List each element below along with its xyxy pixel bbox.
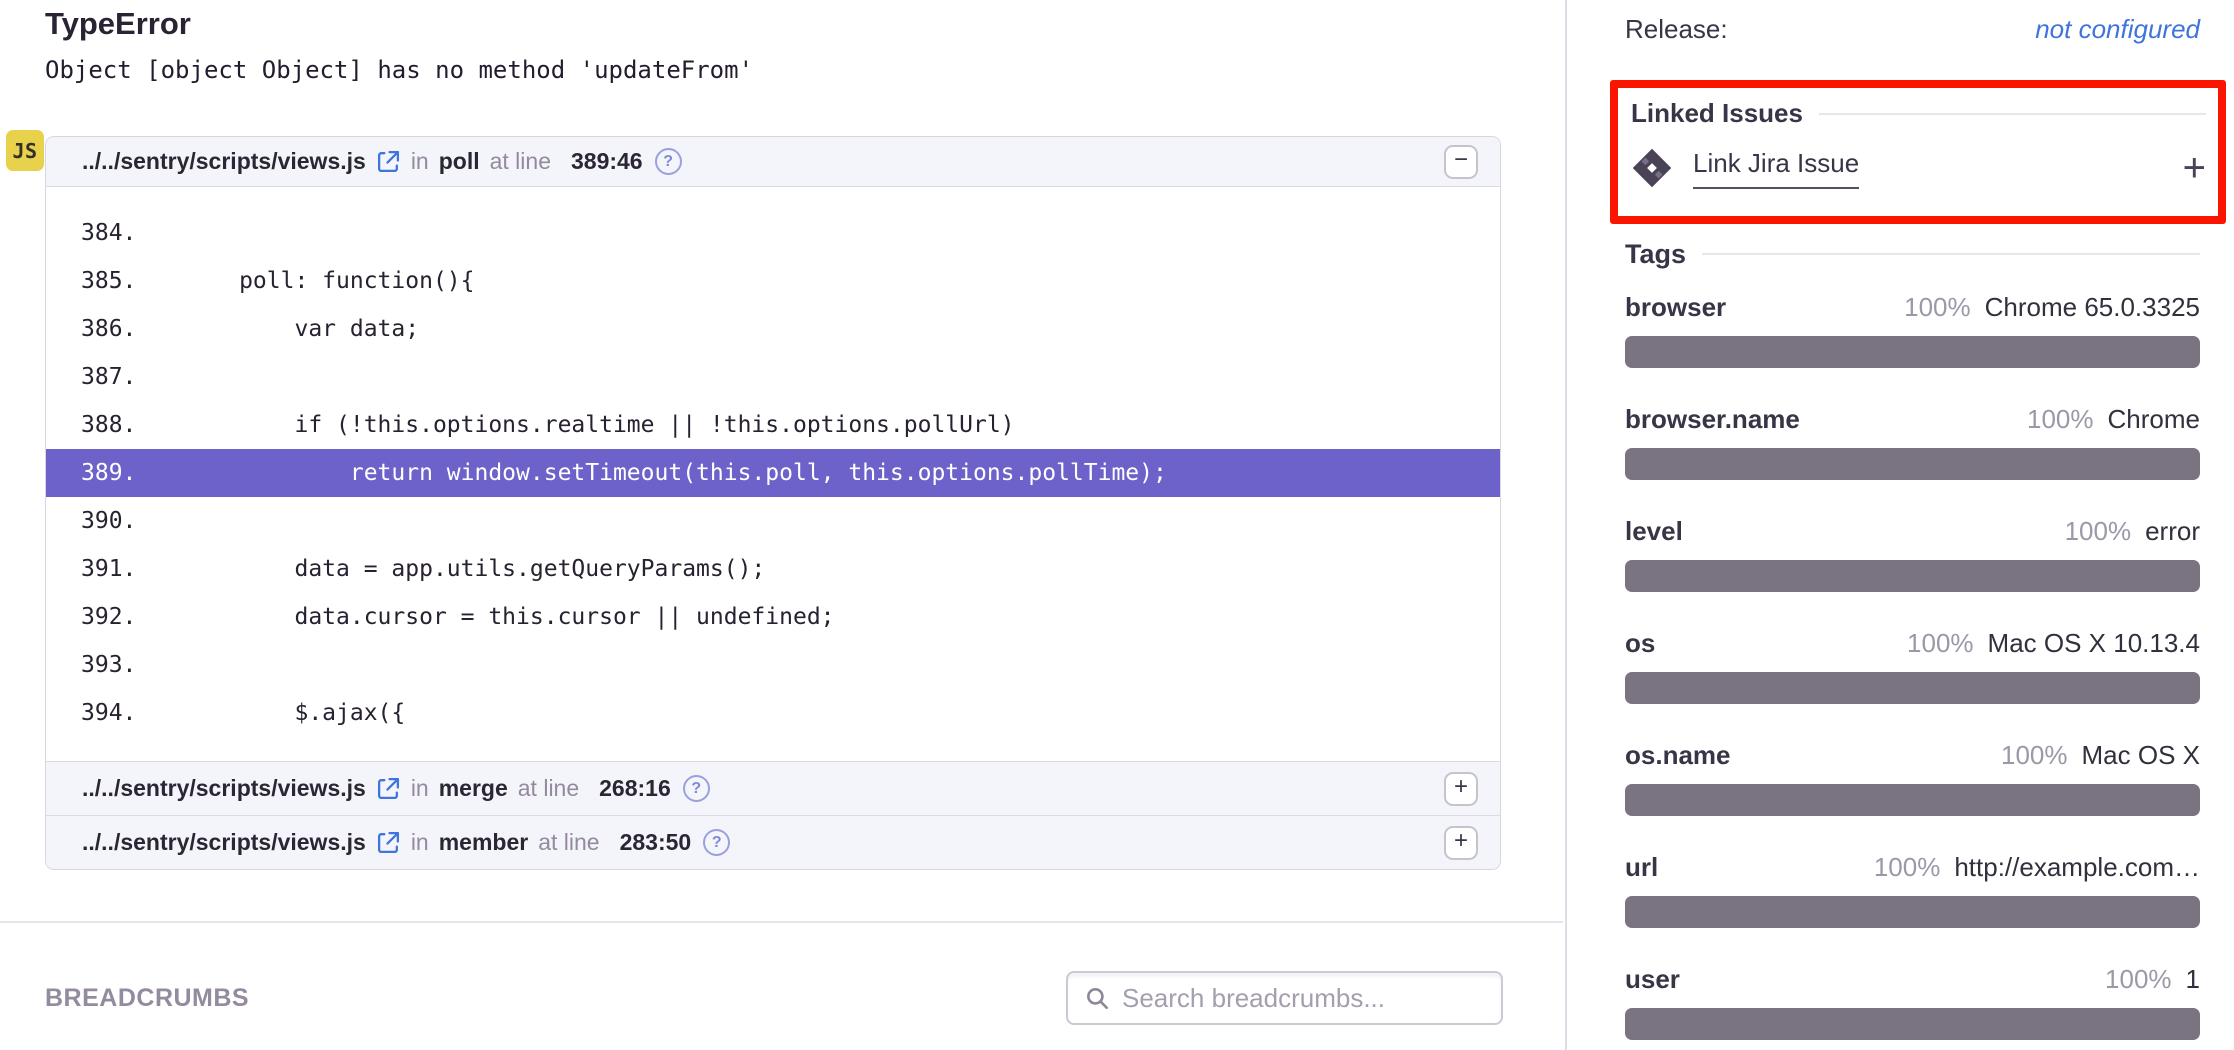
- tag-group-url: url 100% http://example.com…: [1625, 852, 2200, 928]
- tag-name-link[interactable]: level: [1625, 516, 1683, 547]
- stack-frame-row-merge[interactable]: ../../sentry/scripts/views.js in merge a…: [46, 761, 1500, 815]
- tag-list: browser 100% Chrome 65.0.3325 browser.na…: [1625, 292, 2200, 1040]
- tag-name-link[interactable]: browser.name: [1625, 404, 1800, 435]
- collapse-frame-button[interactable]: −: [1444, 145, 1478, 179]
- tag-distribution-bar[interactable]: [1625, 448, 2200, 480]
- tag-group-user: user 100% 1: [1625, 964, 2200, 1040]
- tags-title: Tags: [1625, 239, 1686, 270]
- tag-percent: 100%: [2105, 964, 2172, 995]
- tag-distribution-bar[interactable]: [1625, 896, 2200, 928]
- code-line: 385. poll: function(){: [46, 257, 1500, 305]
- code-line: 393.: [46, 641, 1500, 689]
- tag-name-link[interactable]: os: [1625, 628, 1655, 659]
- frame-help-icon[interactable]: ?: [683, 775, 710, 802]
- add-linked-issue-button[interactable]: +: [2183, 153, 2206, 183]
- error-message: Object [object Object] has no method 'up…: [45, 56, 753, 84]
- tags-header: Tags: [1625, 238, 2200, 270]
- release-row: Release: not configured: [1625, 14, 2200, 48]
- code-line: 394. $.ajax({: [46, 689, 1500, 737]
- tag-percent: 100%: [1874, 852, 1941, 883]
- tag-value: Chrome: [2108, 404, 2200, 435]
- exception-section: TypeError Object [object Object] has no …: [0, 0, 1563, 1050]
- breadcrumbs-section-title: BREADCRUMBS: [45, 984, 249, 1013]
- external-link-icon[interactable]: [376, 830, 401, 855]
- stacktrace-card: ../../sentry/scripts/views.js in poll at…: [45, 136, 1501, 870]
- frame-help-icon[interactable]: ?: [655, 148, 682, 175]
- search-icon: [1084, 985, 1110, 1011]
- tag-percent: 100%: [2001, 740, 2068, 771]
- source-context: 384. 385. poll: function(){ 386. var dat…: [46, 187, 1500, 761]
- tag-group-os-name: os.name 100% Mac OS X: [1625, 740, 2200, 816]
- code-line: 392. data.cursor = this.cursor || undefi…: [46, 593, 1500, 641]
- expand-frame-button[interactable]: +: [1444, 826, 1478, 860]
- frame-atline-label: at line: [538, 829, 599, 856]
- tag-distribution-bar[interactable]: [1625, 560, 2200, 592]
- tag-percent: 100%: [1907, 628, 1974, 659]
- external-link-icon[interactable]: [376, 776, 401, 801]
- external-link-icon[interactable]: [376, 149, 401, 174]
- frame-atline-label: at line: [518, 775, 579, 802]
- code-line: 390.: [46, 497, 1500, 545]
- tag-group-browser: browser 100% Chrome 65.0.3325: [1625, 292, 2200, 368]
- frame-lineno: 389:46: [571, 148, 643, 175]
- frame-file-path[interactable]: ../../sentry/scripts/views.js: [82, 775, 366, 802]
- tag-value: Mac OS X: [2082, 740, 2200, 771]
- frame-function: merge: [439, 775, 508, 802]
- tag-value: 1: [2186, 964, 2200, 995]
- issue-detail-page: TypeError Object [object Object] has no …: [0, 0, 2234, 1050]
- frame-in-label: in: [411, 829, 429, 856]
- tag-value: Mac OS X 10.13.4: [1988, 628, 2200, 659]
- tag-percent: 100%: [2065, 516, 2132, 547]
- divider: [1702, 253, 2200, 255]
- stack-frame-header-poll[interactable]: ../../sentry/scripts/views.js in poll at…: [46, 137, 1500, 187]
- tag-group-browser-name: browser.name 100% Chrome: [1625, 404, 2200, 480]
- frame-file-path[interactable]: ../../sentry/scripts/views.js: [82, 829, 366, 856]
- frame-function: member: [439, 829, 528, 856]
- code-line: 386. var data;: [46, 305, 1500, 353]
- tag-group-os: os 100% Mac OS X 10.13.4: [1625, 628, 2200, 704]
- code-line-crash-highlight: 389. return window.setTimeout(this.poll,…: [46, 449, 1500, 497]
- frame-atline-label: at line: [490, 148, 551, 175]
- section-divider: [0, 921, 1563, 923]
- frame-lineno: 268:16: [599, 775, 671, 802]
- frame-help-icon[interactable]: ?: [703, 829, 730, 856]
- code-line: 388. if (!this.options.realtime || !this…: [46, 401, 1500, 449]
- frame-function: poll: [439, 148, 480, 175]
- tag-distribution-bar[interactable]: [1625, 336, 2200, 368]
- tag-value: error: [2145, 516, 2200, 547]
- search-breadcrumbs-input[interactable]: [1122, 983, 1485, 1014]
- tag-percent: 100%: [2027, 404, 2094, 435]
- tag-group-level: level 100% error: [1625, 516, 2200, 592]
- tag-distribution-bar[interactable]: [1625, 1008, 2200, 1040]
- frame-in-label: in: [411, 775, 429, 802]
- platform-js-badge: JS: [6, 130, 44, 171]
- jira-icon: [1631, 147, 1673, 189]
- code-line: 384.: [46, 209, 1500, 257]
- tag-percent: 100%: [1904, 292, 1971, 323]
- sidebar: Release: not configured Linked Issues Li…: [1565, 0, 2234, 1050]
- frame-file-path[interactable]: ../../sentry/scripts/views.js: [82, 148, 366, 175]
- link-jira-issue-link[interactable]: Link Jira Issue: [1693, 148, 1859, 189]
- tag-name-link[interactable]: url: [1625, 852, 1658, 883]
- tag-name-link[interactable]: os.name: [1625, 740, 1731, 771]
- release-label: Release:: [1625, 14, 1728, 45]
- red-annotation-box-linked-issues: Linked Issues Link Jira Issue +: [1610, 80, 2226, 224]
- stack-frame-row-member[interactable]: ../../sentry/scripts/views.js in member …: [46, 815, 1500, 869]
- tag-name-link[interactable]: user: [1625, 964, 1680, 995]
- frame-in-label: in: [411, 148, 429, 175]
- tag-name-link[interactable]: browser: [1625, 292, 1726, 323]
- code-line: 391. data = app.utils.getQueryParams();: [46, 545, 1500, 593]
- divider: [1819, 113, 2206, 115]
- tag-value: Chrome 65.0.3325: [1985, 292, 2200, 323]
- expand-frame-button[interactable]: +: [1444, 772, 1478, 806]
- breadcrumbs-search[interactable]: [1066, 971, 1503, 1025]
- linked-issues-title: Linked Issues: [1631, 98, 1803, 129]
- tag-distribution-bar[interactable]: [1625, 784, 2200, 816]
- frame-lineno: 283:50: [620, 829, 692, 856]
- release-not-configured-link[interactable]: not configured: [2035, 14, 2200, 45]
- tag-distribution-bar[interactable]: [1625, 672, 2200, 704]
- tag-value: http://example.com…: [1954, 852, 2200, 883]
- code-line: 387.: [46, 353, 1500, 401]
- error-type-title: TypeError: [45, 6, 191, 42]
